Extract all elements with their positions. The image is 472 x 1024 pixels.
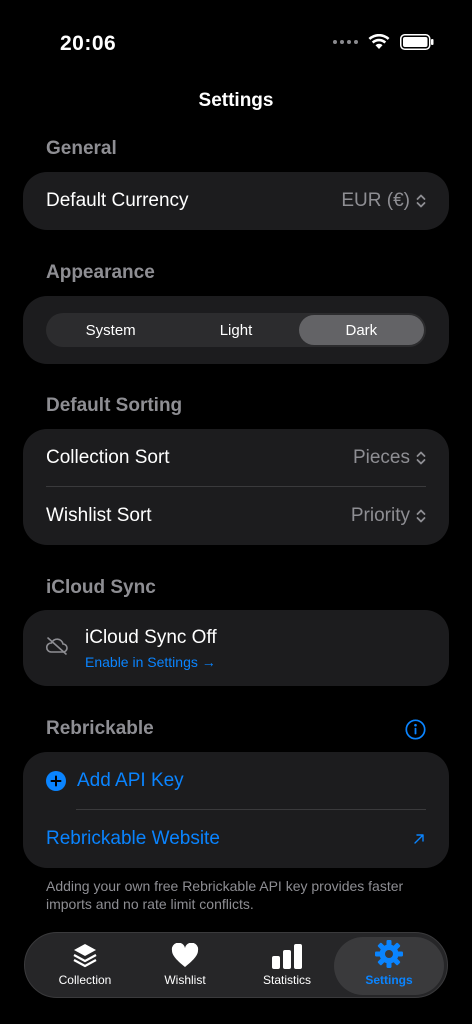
plus-circle-icon xyxy=(46,771,66,791)
segment-system[interactable]: System xyxy=(48,315,173,345)
chevron-up-down-icon xyxy=(416,451,426,465)
section-header-general: General xyxy=(46,138,117,159)
chevron-up-down-icon xyxy=(416,194,426,208)
icloud-sync-row: iCloud Sync Off Enable in Settings → xyxy=(23,610,449,686)
section-header-rebrickable: Rebrickable xyxy=(46,718,154,739)
gear-icon xyxy=(375,940,403,968)
rebrickable-website-label: Rebrickable Website xyxy=(46,828,220,849)
icloud-slash-icon xyxy=(45,637,68,655)
rebrickable-footer-note: Adding your own free Rebrickable API key… xyxy=(46,878,404,912)
status-bar: 20:06 xyxy=(0,0,472,80)
tab-wishlist[interactable]: Wishlist xyxy=(137,937,233,995)
battery-icon xyxy=(400,34,434,50)
rebrickable-card: Add API Key Rebrickable Website xyxy=(23,752,449,868)
rebrickable-website-link[interactable]: Rebrickable Website xyxy=(23,810,449,868)
wishlist-sort-picker[interactable]: Priority xyxy=(351,487,426,545)
tab-label: Statistics xyxy=(262,973,311,987)
default-currency-value: EUR (€) xyxy=(341,190,410,211)
add-api-key-button[interactable]: Add API Key xyxy=(23,752,449,810)
sorting-card: Collection Sort Pieces Wishlist Sort Pri… xyxy=(23,429,449,545)
section-header-appearance: Appearance xyxy=(46,262,155,283)
bar-chart-icon xyxy=(272,944,302,969)
tab-label: Collection xyxy=(58,973,112,987)
heart-icon xyxy=(171,943,199,967)
tab-settings[interactable]: Settings xyxy=(334,937,444,995)
default-currency-row[interactable]: Default Currency EUR (€) xyxy=(23,172,449,230)
collection-sort-value: Pieces xyxy=(352,447,410,468)
wishlist-sort-label: Wishlist Sort xyxy=(46,505,152,526)
enable-in-settings-link[interactable]: Enable in Settings → xyxy=(85,654,216,670)
wifi-icon xyxy=(368,34,390,49)
collection-sort-row[interactable]: Collection Sort Pieces xyxy=(23,429,449,487)
section-header-default-sorting: Default Sorting xyxy=(46,395,183,416)
collection-sort-picker[interactable]: Pieces xyxy=(353,429,426,487)
tab-label: Settings xyxy=(365,973,413,987)
wishlist-sort-row[interactable]: Wishlist Sort Priority xyxy=(23,487,449,545)
tab-bar: Collection Wishlist Statistics Settings xyxy=(24,932,448,998)
tab-collection[interactable]: Collection xyxy=(37,937,133,995)
section-header-icloud-sync: iCloud Sync xyxy=(46,577,156,598)
add-api-key-label: Add API Key xyxy=(77,770,184,791)
cellular-signal-icon xyxy=(333,40,358,44)
default-currency-label: Default Currency xyxy=(46,190,189,211)
icloud-card: iCloud Sync Off Enable in Settings → xyxy=(23,610,449,686)
info-icon[interactable] xyxy=(405,719,426,740)
general-card: Default Currency EUR (€) xyxy=(23,172,449,230)
wishlist-sort-value: Priority xyxy=(350,505,410,526)
tab-label: Wishlist xyxy=(164,973,206,987)
appearance-card: System Light Dark xyxy=(23,296,449,364)
tab-statistics[interactable]: Statistics xyxy=(239,937,335,995)
default-currency-picker[interactable]: EUR (€) xyxy=(341,172,426,230)
stack-icon xyxy=(73,944,97,968)
segment-dark[interactable]: Dark xyxy=(298,315,424,345)
status-icons xyxy=(333,34,434,50)
page-title: Settings xyxy=(198,90,274,111)
segment-light[interactable]: Light xyxy=(173,315,298,345)
chevron-up-down-icon xyxy=(416,509,426,523)
appearance-segmented-control: System Light Dark xyxy=(46,313,426,347)
icloud-sync-status: iCloud Sync Off xyxy=(85,627,217,648)
arrow-up-right-icon xyxy=(414,834,424,844)
status-time: 20:06 xyxy=(60,32,117,55)
collection-sort-label: Collection Sort xyxy=(46,447,170,468)
